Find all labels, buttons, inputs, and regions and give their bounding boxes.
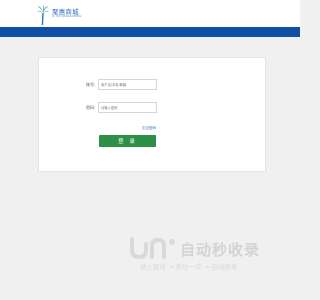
- password-label: 密码:: [86, 105, 96, 110]
- watermark-title: 自动秒收录: [180, 241, 261, 259]
- watermark: 自动秒收录 做上链接 → 来访一次 → 自动收录: [128, 236, 288, 276]
- watermark-subtitle: 做上链接 → 来访一次 → 自动收录: [140, 263, 238, 271]
- watermark-logo-icon: [130, 237, 175, 260]
- login-panel: 账号: 密码: 忘记密码 登 录: [38, 57, 266, 172]
- palm-tree-icon: [36, 5, 50, 26]
- login-button[interactable]: 登 录: [99, 135, 156, 147]
- forgot-password-link[interactable]: 忘记密码: [142, 126, 156, 131]
- account-input[interactable]: [98, 79, 157, 90]
- password-input[interactable]: [98, 102, 157, 113]
- account-label: 账号:: [86, 82, 96, 87]
- site-logo[interactable]: 聚惠商城 JU HUI SHANGCHENG: [35, 4, 105, 26]
- top-bar: 聚惠商城 JU HUI SHANGCHENG: [0, 0, 300, 27]
- header-nav-bar: [0, 27, 300, 37]
- logo-subtext: JU HUI SHANGCHENG: [52, 15, 82, 18]
